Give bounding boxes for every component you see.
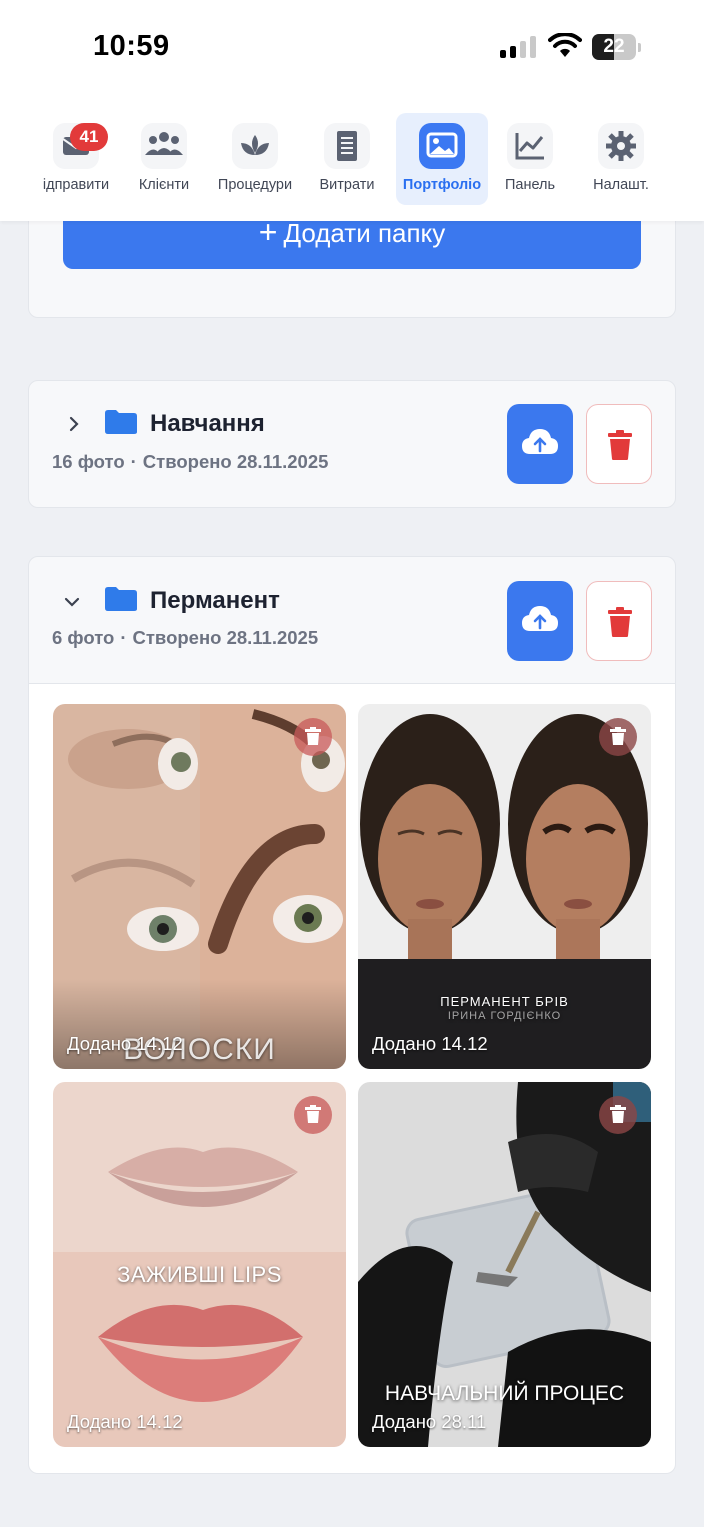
folder-title: Навчання <box>150 410 265 437</box>
photo-added-date: Додано 28.11 <box>372 1411 487 1432</box>
nav-item-procedures[interactable]: Процедури <box>209 113 301 205</box>
nav-item-expenses[interactable]: Витрати <box>301 113 393 205</box>
nav-label: Клієнти <box>138 177 190 193</box>
photo-count: 16 фото <box>52 451 125 472</box>
photo-overlay-text: ПЕРМАНЕНТ БРІВ <box>440 994 569 1009</box>
nav-label: Витрати <box>319 177 375 193</box>
trash-icon <box>305 1105 321 1123</box>
photo-added-date: Додано 14.12 <box>67 1033 183 1054</box>
wifi-icon <box>548 33 582 57</box>
signal-icon <box>500 36 536 58</box>
photo-item[interactable]: НАВЧАЛЬНИЙ ПРОЦЕС Додано 28.11 <box>358 1082 651 1447</box>
cloud-upload-icon <box>522 429 558 454</box>
clients-icon <box>141 123 187 169</box>
delete-folder-button[interactable] <box>586 404 652 484</box>
receipt-icon <box>324 123 370 169</box>
top-nav: ідправити Клієнти Процедури Витрати Порт… <box>0 95 704 221</box>
photo-overlay-text: НАВЧАЛЬНИЙ ПРОЦЕС <box>384 1382 625 1405</box>
nav-item-settings[interactable]: Налашт. <box>575 113 667 205</box>
upload-button[interactable] <box>507 581 573 661</box>
photo-item[interactable]: ПЕРМАНЕНТ БРІВ ІРИНА ГОРДІЄНКО Додано 14… <box>358 704 651 1069</box>
folder-card-permanent[interactable]: Перманент 6 фото · Створено 28.11.2025 <box>28 556 676 684</box>
battery-icon: 22 <box>592 34 641 60</box>
folder-meta: 6 фото · Створено 28.11.2025 <box>52 627 319 648</box>
delete-folder-button[interactable] <box>586 581 652 661</box>
chevron-down-icon[interactable] <box>63 593 81 611</box>
photo-overlay-subtext: ІРИНА ГОРДІЄНКО <box>447 1010 562 1022</box>
delete-photo-button[interactable] <box>294 718 332 756</box>
photo-overlay-text: ЗАЖИВШІ LIPS <box>117 1262 282 1287</box>
trash-icon <box>608 607 632 637</box>
chart-icon <box>507 123 553 169</box>
created-date: Створено 28.11.2025 <box>132 627 319 648</box>
gallery-icon <box>419 123 465 169</box>
photo-added-date: Додано 14.12 <box>67 1411 183 1432</box>
trash-icon <box>610 727 626 745</box>
notification-badge: 41 <box>70 123 108 151</box>
nav-label: Процедури <box>217 177 293 193</box>
trash-icon <box>610 1105 626 1123</box>
add-folder-label: Додати папку <box>283 218 446 248</box>
photo-count: 6 фото <box>52 627 115 648</box>
created-date: Створено 28.11.2025 <box>142 451 329 472</box>
trash-icon <box>608 430 632 460</box>
delete-photo-button[interactable] <box>599 718 637 756</box>
folder-card-training[interactable]: Навчання 16 фото · Створено 28.11.2025 <box>28 380 676 508</box>
trash-icon <box>305 727 321 745</box>
lotus-icon <box>232 123 278 169</box>
nav-item-clients[interactable]: Клієнти <box>118 113 210 205</box>
nav-item-portfolio[interactable]: Портфоліо <box>396 113 488 205</box>
nav-item-panel[interactable]: Панель <box>484 113 576 205</box>
status-time: 10:59 <box>93 30 170 62</box>
folder-icon <box>105 410 137 434</box>
folder-meta: 16 фото · Створено 28.11.2025 <box>52 451 329 472</box>
status-bar: 10:59 22 <box>0 0 704 95</box>
nav-label: Налашт. <box>593 177 649 193</box>
photo-item[interactable]: ЗАЖИВШІ LIPS Додано 14.12 <box>53 1082 346 1447</box>
photo-item[interactable]: ВОЛОСКИ Додано 14.12 <box>53 704 346 1069</box>
gear-icon <box>598 123 644 169</box>
delete-photo-button[interactable] <box>294 1096 332 1134</box>
photo-added-date: Додано 14.12 <box>372 1033 488 1054</box>
chevron-right-icon[interactable] <box>65 415 83 433</box>
folder-icon <box>105 587 137 611</box>
upload-button[interactable] <box>507 404 573 484</box>
folder-title: Перманент <box>150 587 280 614</box>
delete-photo-button[interactable] <box>599 1096 637 1134</box>
nav-label: Панель <box>504 177 556 193</box>
cloud-upload-icon <box>522 606 558 631</box>
